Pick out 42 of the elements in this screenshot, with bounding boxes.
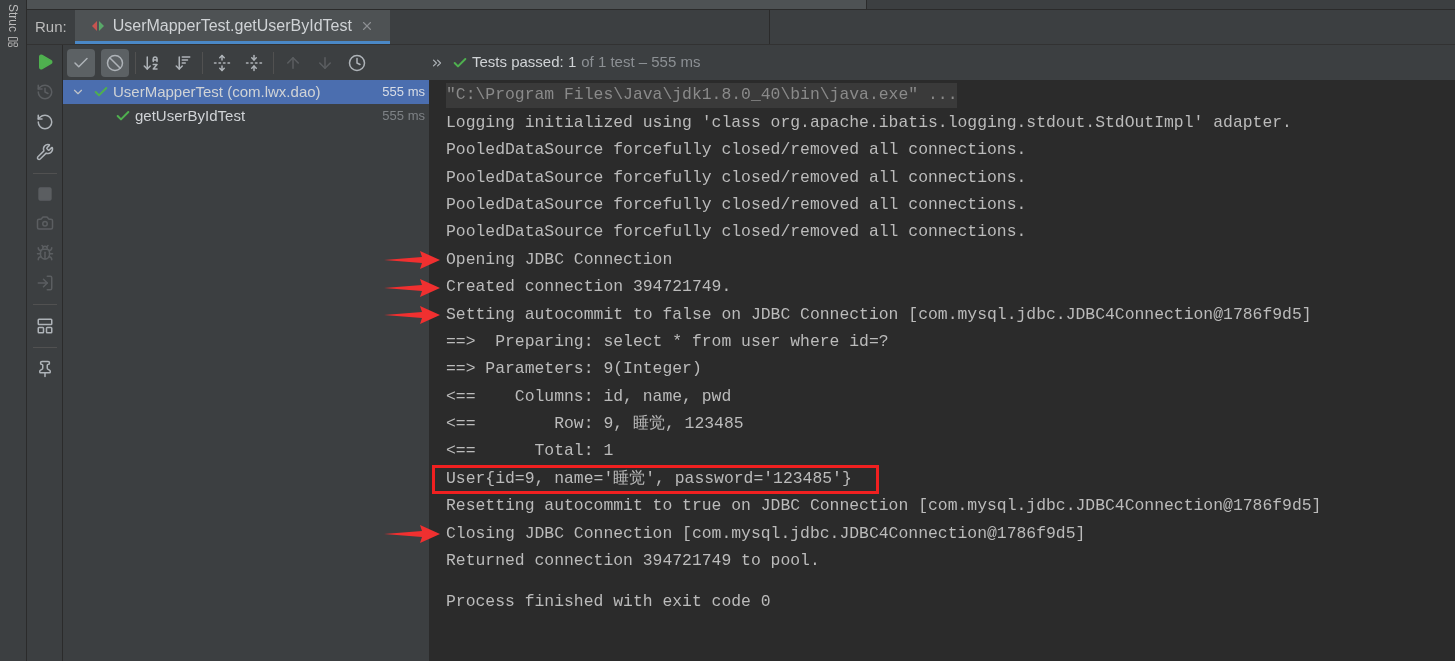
tree-row[interactable]: getUserByIdTest 555 ms [63,104,429,128]
show-passed-button[interactable] [67,48,95,77]
history-clock-icon[interactable] [348,53,366,72]
test-duration: 555 ms [382,107,425,126]
show-ignored-button[interactable] [101,48,129,77]
console-line: PooledDataSource forcefully closed/removed all connections. [446,166,1027,189]
console-line: ==> Parameters: 9(Integer) [446,358,702,381]
test-name: getUserByIdTest [135,105,247,126]
collapse-all-icon[interactable] [245,53,263,72]
test-duration: 555 ms [382,83,425,102]
console-line: Setting autocommit to false on JDBC Connection [com.mysql.jdbc.JDBC4Connection@1786f9d5] [446,303,1312,326]
sort-alpha-icon[interactable] [142,53,160,72]
console-line: Opening JDBC Connection [446,248,673,271]
structure-icon[interactable] [7,36,19,48]
console-line: ==> Preparing: select * from user where id=? [446,330,889,353]
run-tab[interactable]: UserMapperTest.getUserByIdTest [74,10,390,44]
side-panel-label[interactable]: Struc [7,4,19,32]
console-line: PooledDataSource forcefully closed/removed all connections. [446,221,1027,244]
console-line: Logging initialized using 'class org.apache.ibatis.logging.stdout.StdOutImpl' adapter. [446,111,1292,134]
layout-icon[interactable] [35,317,54,335]
console-line: <== Row: 9, 睡觉, 123485 [446,413,744,436]
settings-icon[interactable] [35,143,54,161]
console-line: Created connection 394721749. [446,276,732,299]
ban-icon [106,53,124,72]
rerun-icon[interactable] [35,113,54,131]
console-line: Resetting autocommit to true on JDBC Connection [com.mysql.jdbc.JDBC4Connection@1786f9d5] [446,495,1322,518]
tests-detail-text: of 1 test – 555 ms [581,52,701,73]
run-label: Run: [34,16,68,37]
console-line: PooledDataSource forcefully closed/removed all connections. [446,139,1027,162]
tests-passed-text: Tests passed: 1 [472,52,577,73]
sort-duration-icon[interactable] [174,53,192,72]
expand-all-icon[interactable] [213,53,231,72]
console-line: User{id=9, name='睡觉', password='123485'} [446,467,852,490]
console-line: <== Columns: id, name, pwd [446,385,732,408]
console-line: PooledDataSource forcefully closed/removed all connections. [446,193,1027,216]
test-name: UserMapperTest (com.lwx.dao) [113,81,322,102]
console-line: <== Total: 1 [446,440,614,463]
console-line: Closing JDBC Connection [com.mysql.jdbc.JDBC4Connection@1786f9d5] [446,522,1086,545]
console-line: Returned connection 394721749 to pool. [446,550,820,573]
console-line: Process finished with exit code 0 [446,590,771,613]
test-run-icon [90,18,105,33]
tree-row[interactable]: UserMapperTest (com.lwx.dao) 555 ms [63,80,429,104]
